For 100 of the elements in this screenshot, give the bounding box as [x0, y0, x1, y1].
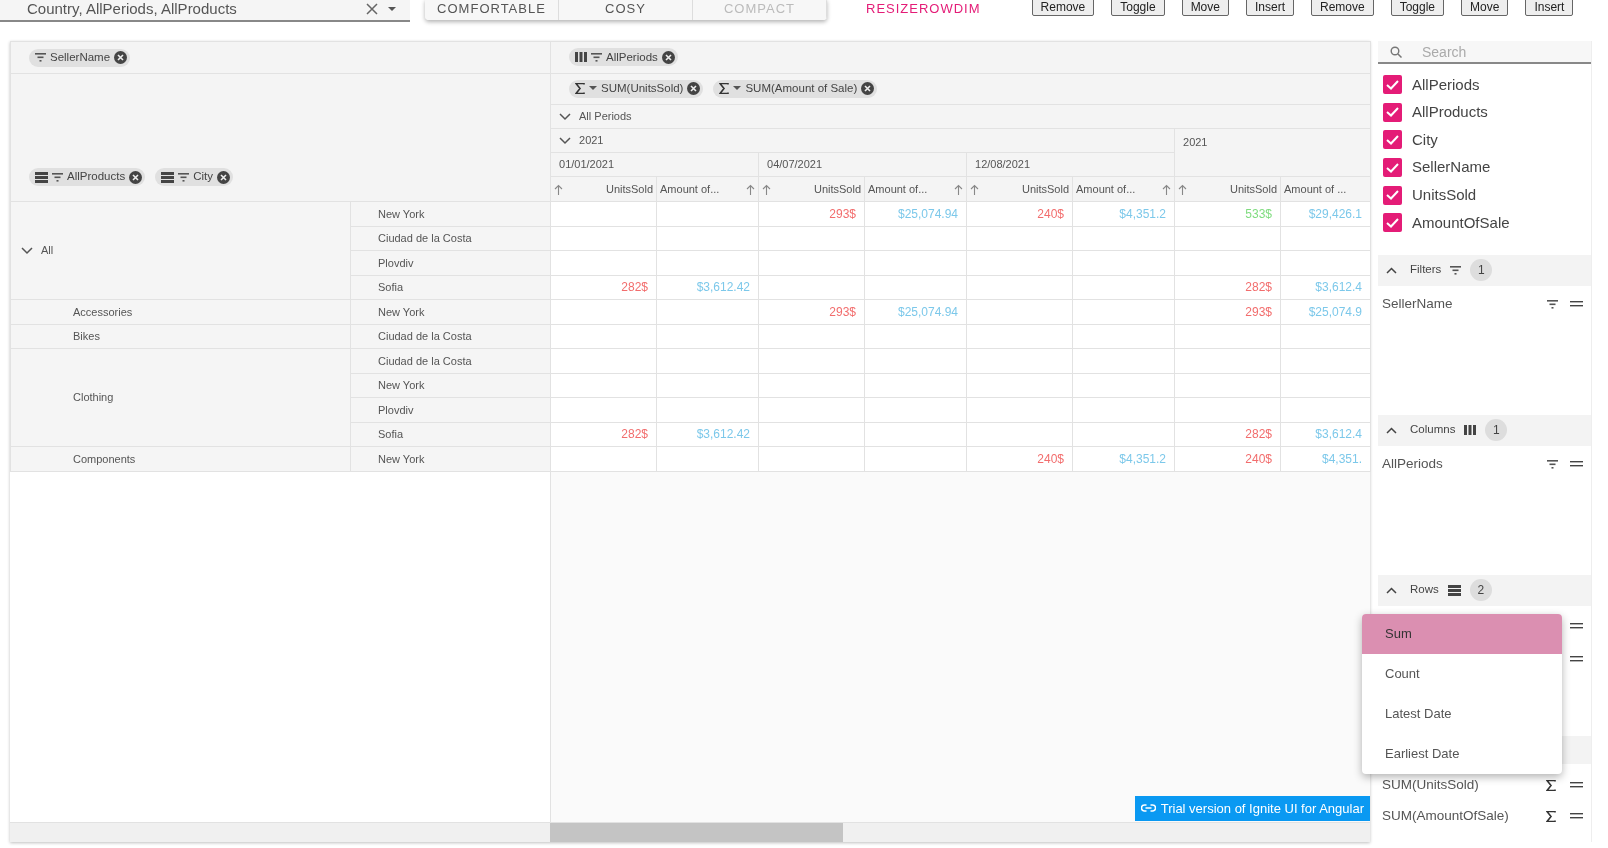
sort-arrow-icon[interactable]	[954, 183, 963, 195]
toolbar-button[interactable]: Insert	[1525, 0, 1574, 16]
value-cell: 282$	[550, 275, 657, 300]
sort-arrow-icon[interactable]	[554, 183, 563, 195]
close-icon[interactable]	[661, 50, 675, 64]
density-button[interactable]: COSY	[559, 0, 693, 20]
menu-item[interactable]: Latest Date	[1362, 694, 1562, 734]
menu-item[interactable]: Count	[1362, 654, 1562, 694]
chevron-up-icon[interactable]	[1386, 426, 1397, 434]
checkbox[interactable]	[1383, 158, 1402, 178]
column-header-cell: 01/01/2021	[550, 152, 759, 177]
search-field[interactable]: Search	[1378, 41, 1591, 64]
drag-handle-icon[interactable]	[1570, 656, 1583, 663]
row-header-cell-text: All	[41, 243, 54, 259]
scrollbar[interactable]	[10, 822, 1370, 842]
value-cell: $3,612.42	[656, 422, 759, 447]
close-icon[interactable]	[217, 170, 230, 184]
toolbar-button[interactable]: Remove	[1311, 0, 1374, 16]
drag-handle-icon[interactable]	[1570, 461, 1583, 468]
close-icon[interactable]	[861, 82, 875, 95]
dimension-chip[interactable]: SUM(Amount of Sale)	[713, 79, 878, 98]
row-header-cell: Clothing	[10, 348, 351, 447]
chip-label: SellerName	[1382, 294, 1454, 313]
drag-handle-icon[interactable]	[1570, 623, 1583, 630]
select-field[interactable]: Country, AllPeriods, AllProducts	[0, 0, 410, 22]
row-header-cell: New York	[350, 373, 551, 398]
value-cell: 282$	[550, 422, 657, 447]
section-header[interactable]: Filters 1	[1378, 254, 1591, 286]
chevron-up-icon[interactable]	[1386, 266, 1397, 274]
dimension-chip[interactable]: City	[155, 168, 233, 186]
section-header[interactable]: Rows 2	[1378, 574, 1591, 606]
header-label: 2021	[579, 133, 604, 149]
row-header-cell: Sofia	[350, 275, 551, 300]
field-label: AmountOfSale	[1412, 212, 1510, 233]
rows-icon	[35, 171, 48, 183]
sort-arrow-icon[interactable]	[746, 183, 755, 195]
link-button[interactable]: RESIZEROWDIM	[860, 0, 987, 18]
value-cell: 293$	[758, 299, 865, 324]
chevron-down-icon[interactable]	[559, 136, 571, 145]
count-badge: 1	[1485, 419, 1508, 442]
toolbar-button[interactable]: Remove	[1031, 0, 1095, 16]
dimension-chip[interactable]: SUM(UnitsSold)	[569, 79, 704, 98]
section-header[interactable]: Columns 1	[1378, 414, 1591, 446]
chip-label: SUM(UnitsSold)	[1382, 775, 1480, 794]
column-header-cell: 04/07/2021	[758, 152, 967, 177]
search-input[interactable]: Search	[1420, 40, 1590, 63]
column-header-cell: 2021	[1174, 128, 1371, 177]
checkbox[interactable]	[1383, 185, 1402, 205]
drag-handle-icon[interactable]	[1570, 813, 1583, 820]
chevron-down-icon[interactable]	[21, 246, 33, 255]
drag-handle-icon[interactable]	[1570, 782, 1583, 789]
toolbar-button[interactable]: Move	[1181, 0, 1229, 16]
filter-icon	[591, 52, 602, 62]
menu-item[interactable]: Earliest Date	[1362, 734, 1562, 774]
dimension-chip[interactable]: SellerName	[29, 48, 131, 67]
column-header-cell: Amount of...	[864, 176, 967, 202]
checkbox[interactable]	[1383, 75, 1402, 95]
column-header-cell: UnitsSold	[758, 176, 865, 202]
menu-item[interactable]: Sum	[1362, 614, 1562, 654]
toolbar-button[interactable]: Toggle	[1390, 0, 1445, 16]
value-cell: $29,426.1	[1280, 201, 1371, 226]
chevron-up-icon[interactable]	[1386, 586, 1397, 594]
drag-handle-icon[interactable]	[1570, 301, 1583, 308]
field-label: SellerName	[1412, 157, 1491, 178]
column-header-cell: UnitsSold	[1174, 176, 1281, 202]
density-button[interactable]: COMFORTABLE	[425, 0, 559, 20]
row-header-cell: Plovdiv	[350, 397, 551, 422]
checkbox[interactable]	[1383, 102, 1402, 122]
toolbar-button[interactable]: Insert	[1245, 0, 1294, 16]
row-header-cell: Plovdiv	[350, 250, 551, 275]
filter-icon	[35, 53, 46, 62]
column-header-cell: 12/08/2021	[966, 152, 1175, 177]
value-cell: 282$	[1174, 422, 1281, 447]
sort-arrow-icon[interactable]	[762, 183, 771, 195]
field-label: UnitsSold	[1412, 184, 1477, 205]
row-header-cell: New York	[350, 446, 551, 471]
checkbox[interactable]	[1383, 213, 1402, 233]
clear-icon[interactable]	[366, 3, 378, 15]
rows-icon	[1447, 584, 1461, 596]
close-icon[interactable]	[114, 51, 128, 64]
sort-arrow-icon[interactable]	[1178, 183, 1187, 195]
columns-icon	[575, 52, 587, 63]
sort-arrow-icon[interactable]	[1162, 183, 1171, 195]
chevron-down-icon[interactable]	[559, 112, 571, 121]
sort-arrow-icon[interactable]	[970, 183, 979, 195]
field-label: AllProducts	[1412, 102, 1488, 123]
scrollbar-thumb[interactable]	[550, 823, 843, 842]
column-header-cell: Amount of...	[1072, 176, 1175, 202]
checkbox[interactable]	[1383, 130, 1402, 150]
close-icon[interactable]	[687, 82, 701, 95]
value-cell: 240$	[1174, 446, 1281, 471]
toolbar-button[interactable]: Toggle	[1111, 0, 1165, 16]
value-cell: $25,074.9	[1280, 299, 1371, 324]
field-label: City	[1412, 129, 1438, 150]
value-cell: 240$	[966, 201, 1073, 226]
value-cell: 240$	[966, 446, 1073, 471]
dimension-chip[interactable]: AllPeriods	[569, 48, 678, 67]
dimension-chip[interactable]: AllProducts	[29, 168, 146, 186]
toolbar-button[interactable]: Move	[1461, 0, 1509, 16]
close-icon[interactable]	[129, 170, 143, 184]
